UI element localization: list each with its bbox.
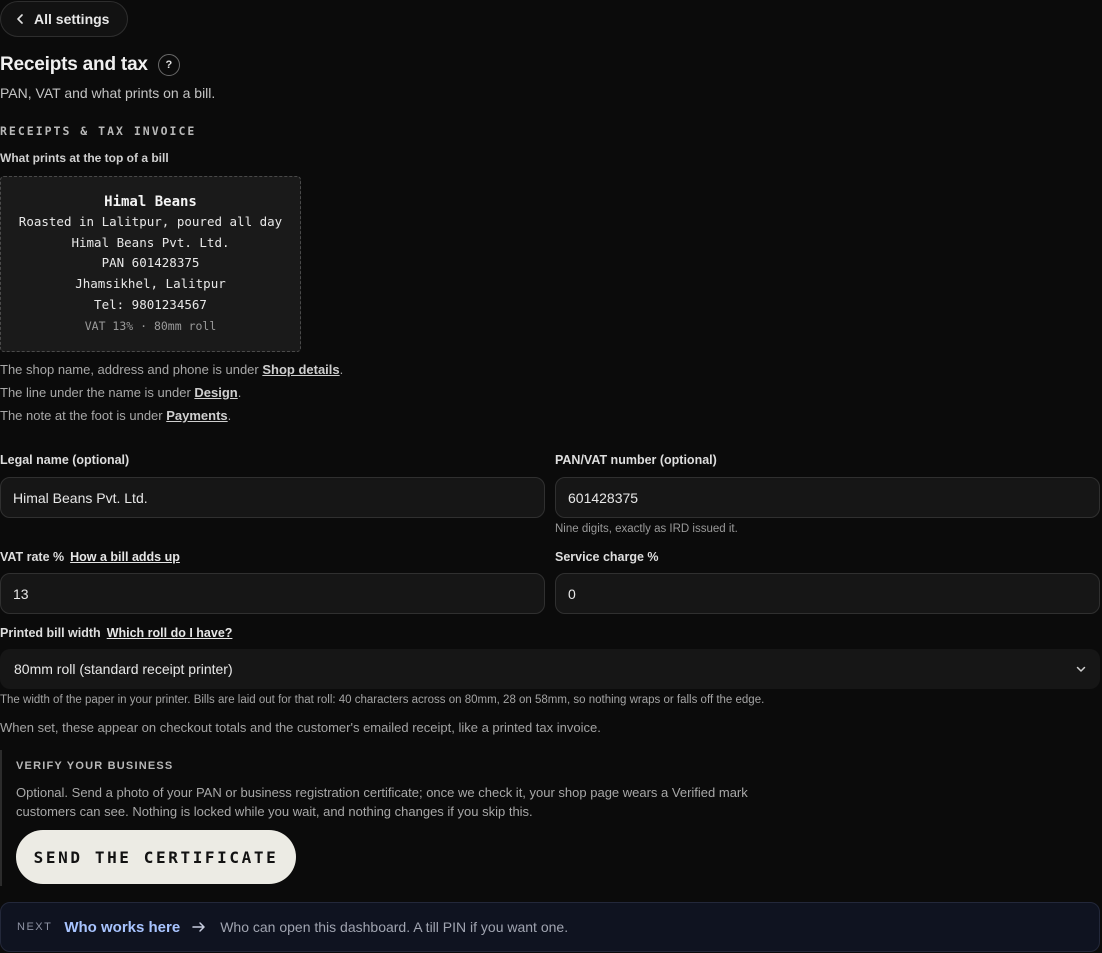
send-certificate-button[interactable]: SEND THE CERTIFICATE (16, 830, 296, 884)
next-tag: NEXT (17, 921, 53, 933)
all-settings-label: All settings (34, 11, 110, 27)
service-charge-label: Service charge % (555, 550, 659, 564)
bill-width-hint: The width of the paper in your printer. … (0, 694, 765, 706)
shop-details-link[interactable]: Shop details (262, 362, 339, 377)
next-description: Who can open this dashboard. A till PIN … (220, 919, 569, 935)
vat-rate-input[interactable]: 13 (0, 573, 545, 614)
tax-info-text: When set, these appear on checkout total… (0, 720, 601, 735)
pan-vat-label: PAN/VAT number (optional) (555, 453, 717, 467)
how-a-bill-adds-up-link[interactable]: How a bill adds up (70, 550, 180, 564)
arrow-right-icon (192, 921, 206, 933)
receipt-preview: Himal Beans Roasted in Lalitpur, poured … (0, 176, 301, 352)
hint-design: The line under the name is under Design. (0, 385, 242, 400)
vat-rate-label: VAT rate % How a bill adds up (0, 550, 180, 564)
hint-shop-details: The shop name, address and phone is unde… (0, 362, 344, 377)
payments-link[interactable]: Payments (166, 408, 227, 423)
hint-payments: The note at the foot is under Payments. (0, 408, 232, 423)
which-roll-link[interactable]: Which roll do I have? (107, 626, 233, 640)
bill-width-label: Printed bill width Which roll do I have? (0, 626, 233, 640)
verify-title: VERIFY YOUR BUSINESS (16, 760, 174, 772)
next-title: Who works here (64, 918, 181, 936)
pan-vat-hint: Nine digits, exactly as IRD issued it. (555, 523, 738, 535)
section-heading: RECEIPTS & TAX INVOICE (0, 124, 197, 138)
receipt-phone: Tel: 9801234567 (94, 296, 207, 312)
service-charge-input[interactable]: 0 (555, 573, 1100, 614)
receipt-pan: PAN 601428375 (101, 255, 200, 271)
legal-name-input[interactable]: Himal Beans Pvt. Ltd. (0, 477, 545, 518)
chevron-left-icon (15, 11, 25, 27)
help-icon[interactable]: ? (157, 54, 180, 76)
page-subtitle: PAN, VAT and what prints on a bill. (0, 85, 216, 101)
pan-vat-input[interactable]: 601428375 (555, 477, 1100, 518)
receipt-tagline: Roasted in Lalitpur, poured all day (18, 214, 283, 229)
legal-name-label: Legal name (optional) (0, 453, 130, 467)
design-link[interactable]: Design (194, 385, 237, 400)
chevron-down-icon (1076, 661, 1086, 677)
page-header: Receipts and tax ? (0, 54, 180, 76)
receipt-address: Jhamsikhel, Lalitpur (75, 276, 226, 292)
all-settings-button[interactable]: All settings (0, 1, 129, 37)
bill-width-select[interactable]: 80mm roll (standard receipt printer) (0, 649, 1100, 689)
verify-description: Optional. Send a photo of your PAN or bu… (16, 785, 748, 819)
bill-width-value: 80mm roll (standard receipt printer) (14, 661, 233, 677)
receipt-legal-name: Himal Beans Pvt. Ltd. (71, 234, 230, 250)
receipt-shop-name: Himal Beans (104, 194, 197, 210)
next-section-link[interactable]: NEXT Who works here Who can open this da… (0, 902, 1100, 952)
receipt-footer: VAT 13% · 80mm roll (84, 318, 217, 333)
page-title: Receipts and tax (0, 54, 148, 75)
receipt-preview-label: What prints at the top of a bill (0, 151, 169, 165)
